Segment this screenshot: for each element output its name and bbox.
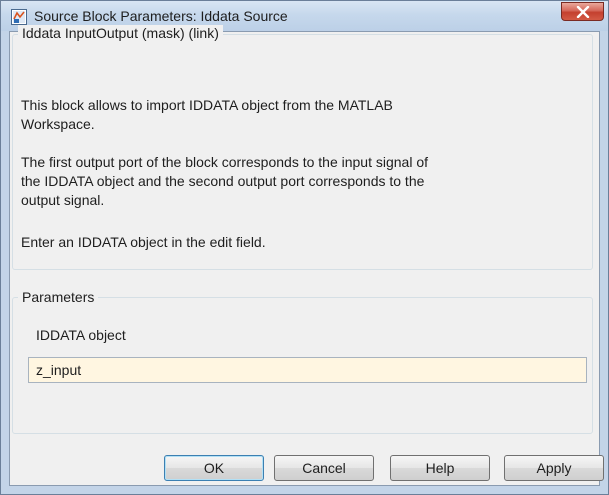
window-title: Source Block Parameters: Iddata Source <box>34 8 288 24</box>
description-group-title: Iddata InputOutput (mask) (link) <box>18 25 223 41</box>
simulink-block-icon <box>11 9 27 25</box>
apply-button[interactable]: Apply <box>504 455 604 481</box>
description-line: the IDDATA object and the second output … <box>21 173 425 189</box>
iddata-object-label: IDDATA object <box>36 327 126 343</box>
description-line: This block allows to import IDDATA objec… <box>21 97 393 113</box>
close-button[interactable] <box>561 2 604 21</box>
description-line: The first output port of the block corre… <box>21 154 429 170</box>
help-button[interactable]: Help <box>390 455 490 481</box>
iddata-object-input[interactable] <box>28 357 587 383</box>
ok-button[interactable]: OK <box>164 455 264 481</box>
dialog-window: Source Block Parameters: Iddata Source I… <box>0 0 609 495</box>
cancel-button[interactable]: Cancel <box>274 455 374 481</box>
parameters-group-title: Parameters <box>18 289 99 305</box>
description-line: Enter an IDDATA object in the edit field… <box>21 234 266 250</box>
close-icon <box>576 6 590 18</box>
description-line: Workspace. <box>21 116 95 132</box>
description-line: output signal. <box>21 192 105 208</box>
